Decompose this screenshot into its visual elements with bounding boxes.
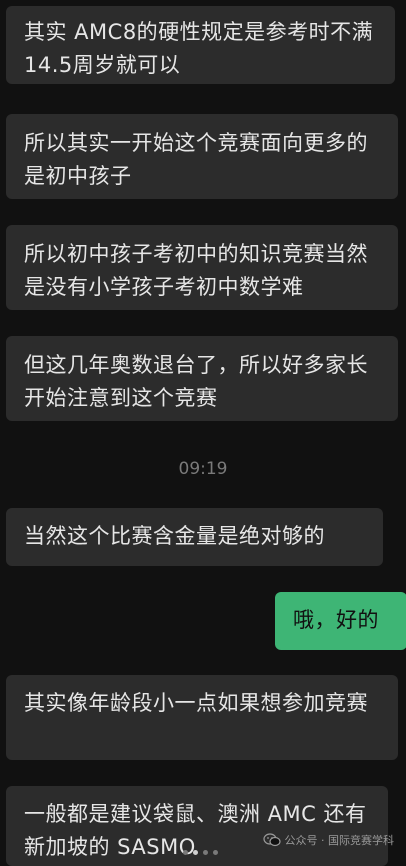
watermark-text: 公众号 · 国际竞赛学科: [284, 834, 395, 847]
wechat-official-account-icon: [262, 833, 281, 847]
message-timestamp: 09:19: [178, 459, 228, 479]
watermark: 公众号 · 国际竞赛学科: [262, 832, 395, 848]
message-bubble[interactable]: 所以其实一开始这个竞赛面向更多的是初中孩子: [6, 114, 398, 199]
outgoing-message-bubble[interactable]: 哦，好的: [275, 592, 406, 650]
message-bubble[interactable]: 其实 AMC8的硬性规定是参考时不满14.5周岁就可以: [6, 6, 395, 84]
message-bubble[interactable]: 所以初中孩子考初中的知识竞赛当然是没有小学孩子考初中数学难: [6, 225, 398, 310]
message-bubble[interactable]: 其实像年龄段小一点如果想参加竞赛: [6, 675, 398, 760]
message-bubble[interactable]: 但这几年奥数退台了，所以好多家长开始注意到这个竞赛: [6, 336, 398, 421]
page-dot: [183, 850, 188, 855]
chat-message-list[interactable]: 其实 AMC8的硬性规定是参考时不满14.5周岁就可以 所以其实一开始这个竞赛面…: [0, 0, 406, 866]
page-dot-active: [193, 850, 198, 855]
page-dot: [213, 850, 218, 855]
page-indicator: [183, 850, 218, 855]
page-dot: [203, 850, 208, 855]
message-bubble[interactable]: 当然这个比赛含金量是绝对够的: [6, 508, 383, 566]
